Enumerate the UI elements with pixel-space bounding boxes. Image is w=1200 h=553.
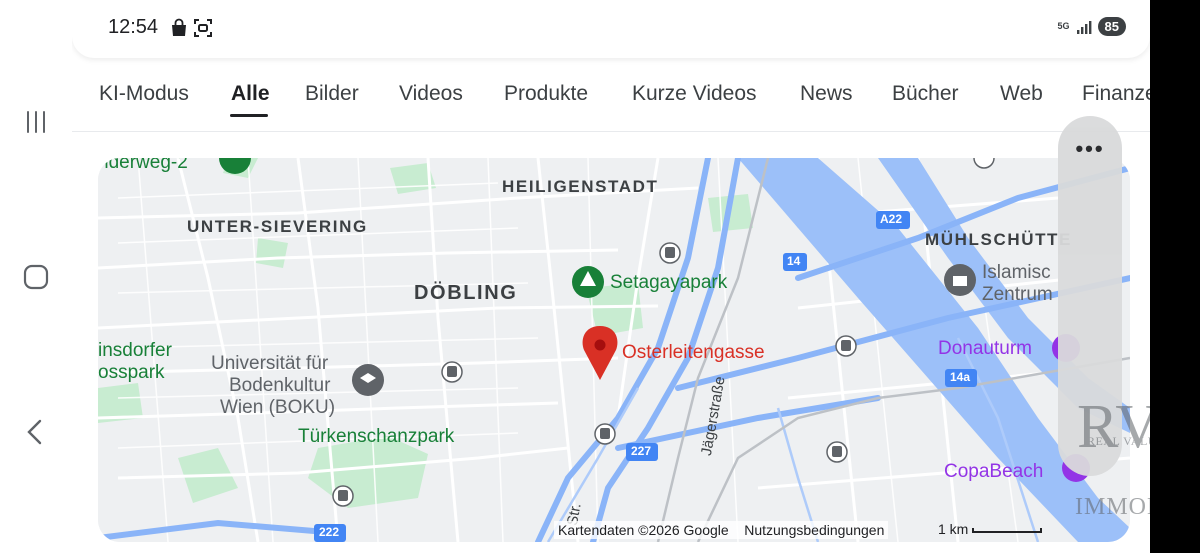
label-copabeach[interactable]: CopaBeach (944, 461, 1043, 483)
tab-alle[interactable]: Alle (231, 82, 270, 106)
label-doebling: DÖBLING (414, 282, 518, 304)
screen-edge (1150, 0, 1200, 553)
active-tab-indicator (230, 114, 268, 117)
status-indicators: 5G 85 (1058, 17, 1126, 36)
watermark-subtitle: REAL VALUE CONSULT (1087, 434, 1150, 448)
label-osspark: osspark (98, 362, 165, 383)
battery-level: 85 (1097, 17, 1126, 36)
terms-link[interactable]: Nutzungsbedingungen (744, 522, 884, 538)
system-navigation-bar (0, 0, 72, 553)
shield-label-222: 222 (319, 525, 340, 539)
tab-finanzen[interactable]: Finanze (1082, 82, 1150, 106)
tab-news[interactable]: News (800, 82, 853, 106)
label-boku-1: Universität für (211, 353, 329, 374)
label-donauturm[interactable]: Donauturm (938, 338, 1032, 360)
tab-kurze-videos[interactable]: Kurze Videos (632, 82, 757, 106)
label-zentrum: Zentrum (982, 284, 1053, 305)
network-type: 5G (1057, 21, 1070, 31)
rvc-watermark: RVC REAL VALUE CONSULT IMMOBILIEN (1067, 392, 1150, 528)
status-clock: 12:54 (108, 16, 159, 38)
tab-buecher[interactable]: Bücher (892, 82, 959, 106)
label-osterleitengasse[interactable]: Osterleitengasse (622, 342, 765, 364)
tab-videos[interactable]: Videos (399, 82, 463, 106)
label-nderweg: nderweg-2 (98, 158, 188, 173)
map-view[interactable]: HEILIGENSTADT UNTER-SIEVERING DÖBLING MÜ… (98, 158, 1130, 542)
label-setagayapark[interactable]: Setagayapark (610, 272, 727, 294)
map-attribution: Kartendaten ©2026 Google Nutzungsbedingu… (554, 521, 889, 539)
more-options-icon[interactable]: ••• (1058, 136, 1122, 162)
status-bar: 12:54 5G 85 (72, 0, 1150, 58)
tab-bilder[interactable]: Bilder (305, 82, 359, 106)
shield-label-14a: 14a (950, 370, 971, 384)
label-tuerkenschanzpark[interactable]: Türkenschanzpark (298, 426, 454, 448)
browser-screen: 12:54 5G 85 KI-Modus Alle Bilder Videos … (72, 0, 1150, 553)
tab-ki-modus[interactable]: KI-Modus (99, 82, 189, 106)
tab-web[interactable]: Web (1000, 82, 1043, 106)
shield-label-14: 14 (787, 254, 801, 268)
label-boku-2: Bodenkultur (229, 375, 331, 396)
home-icon[interactable] (18, 259, 54, 295)
tab-produkte[interactable]: Produkte (504, 82, 588, 106)
watermark-bottom: IMMOBILIEN (1075, 494, 1150, 520)
label-insdorfer: insdorfer (98, 340, 172, 361)
mosque-marker (944, 264, 976, 296)
label-islamisc: Islamisc (982, 262, 1051, 283)
shield-label-227: 227 (631, 444, 652, 458)
recents-icon[interactable] (18, 104, 54, 140)
watermark-letters: RVC (1077, 393, 1150, 461)
signal-icon (1076, 20, 1091, 34)
map-scale: 1 km (938, 521, 1043, 537)
shield-label-a22: A22 (880, 212, 903, 226)
attribution-text: Kartendaten ©2026 Google (558, 522, 729, 538)
scale-bar (972, 527, 1043, 533)
screenshot-icon (194, 19, 212, 37)
shopping-bag-icon (172, 18, 186, 36)
label-unter-sievering: UNTER-SIEVERING (187, 217, 368, 236)
label-boku-3: Wien (BOKU) (220, 397, 336, 418)
back-icon[interactable] (18, 414, 54, 450)
university-marker (352, 364, 384, 396)
scale-label: 1 km (938, 521, 969, 537)
search-tabs: KI-Modus Alle Bilder Videos Produkte Kur… (72, 70, 1150, 132)
label-muehlschuette: MÜHLSCHÜTTE (925, 230, 1072, 249)
label-heiligenstadt: HEILIGENSTADT (502, 177, 659, 196)
